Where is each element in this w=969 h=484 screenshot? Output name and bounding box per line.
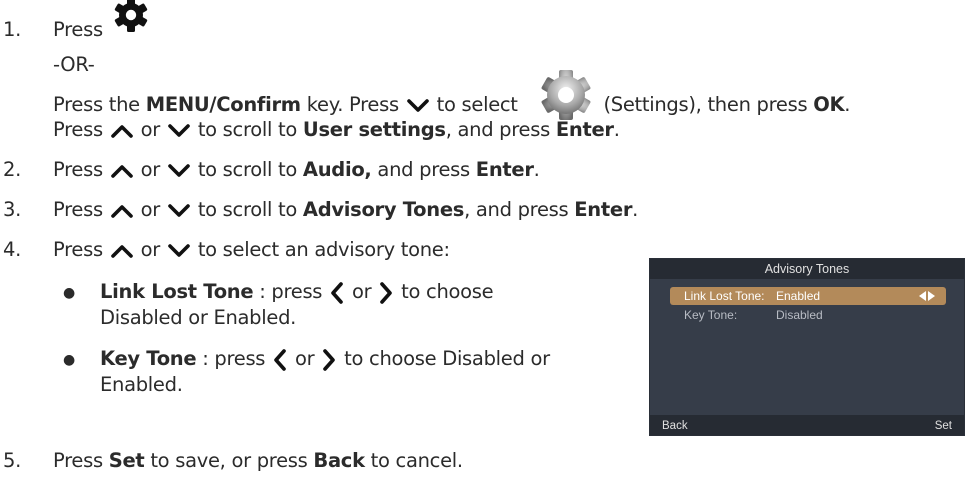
screen-row-key-tone[interactable]: Key Tone: Disabled [670, 306, 946, 324]
chevron-down-icon [168, 243, 190, 259]
chevron-right-icon [379, 282, 393, 304]
back-key-label: Back [313, 449, 365, 472]
link-lost-tone-label: Link Lost Tone [100, 280, 254, 303]
chevron-left-icon [330, 282, 344, 304]
chevron-left-icon [273, 349, 287, 371]
set-softkey[interactable]: Set [935, 415, 952, 437]
row-value: Disabled [776, 308, 823, 322]
left-right-arrows-icon [919, 291, 935, 301]
bullet-continuation: Disabled or Enabled. [100, 306, 297, 329]
enter-key-label: Enter [475, 158, 534, 181]
device-screen: Advisory Tones Link Lost Tone: Enabled K… [649, 258, 965, 436]
step-1-line-3: Press the MENU/Confirm key. Press to sel… [53, 93, 851, 116]
step-number: 5. [3, 449, 22, 472]
audio-label: Audio, [302, 158, 372, 181]
enter-key-label: Enter [574, 198, 633, 221]
bullet-link-lost-tone: Link Lost Tone : press or to choose [100, 280, 494, 304]
step-number: 1. [3, 18, 22, 41]
row-value: Enabled [776, 289, 821, 303]
chevron-up-icon [111, 123, 133, 139]
set-key-label: Set [108, 449, 145, 472]
bullet-dot: ● [63, 352, 75, 368]
chevron-down-icon [168, 163, 190, 179]
back-softkey[interactable]: Back [662, 415, 688, 437]
chevron-right-icon [322, 349, 336, 371]
step-text: to select [436, 93, 518, 116]
gear-icon [113, 0, 149, 40]
key-tone-label: Key Tone [100, 347, 197, 370]
user-settings-label: User settings [302, 118, 446, 141]
bullet-dot: ● [63, 285, 75, 301]
step-text: (Settings), then press [603, 93, 814, 116]
enter-key-label: Enter [555, 118, 614, 141]
row-label: Link Lost Tone: [684, 289, 765, 303]
chevron-down-icon [168, 123, 190, 139]
step-text: Press [53, 18, 103, 41]
screen-title: Advisory Tones [650, 259, 964, 279]
step-number: 2. [3, 158, 22, 181]
bullet-continuation: Enabled. [100, 373, 183, 396]
step-number: 4. [3, 238, 22, 261]
menu-key-label: MENU/Confirm [145, 93, 301, 116]
chevron-up-icon [111, 243, 133, 259]
step-text: key. Press [300, 93, 399, 116]
chevron-up-icon [111, 203, 133, 219]
ok-key-label: OK [813, 93, 845, 116]
step-1-line-4: Press or to scroll to User settings, and… [53, 118, 620, 141]
bullet-key-tone: Key Tone : press or to choose Disabled o… [100, 347, 550, 371]
step-text: Press the [53, 93, 146, 116]
chevron-down-icon [168, 203, 190, 219]
advisory-tones-label: Advisory Tones [302, 198, 465, 221]
screen-row-link-lost-tone[interactable]: Link Lost Tone: Enabled [670, 287, 946, 305]
or-label: -OR- [53, 53, 95, 76]
step-number: 3. [3, 198, 22, 221]
screen-footer: Back Set [650, 415, 964, 435]
chevron-up-icon [111, 163, 133, 179]
chevron-down-icon [407, 98, 429, 114]
row-label: Key Tone: [684, 308, 738, 322]
